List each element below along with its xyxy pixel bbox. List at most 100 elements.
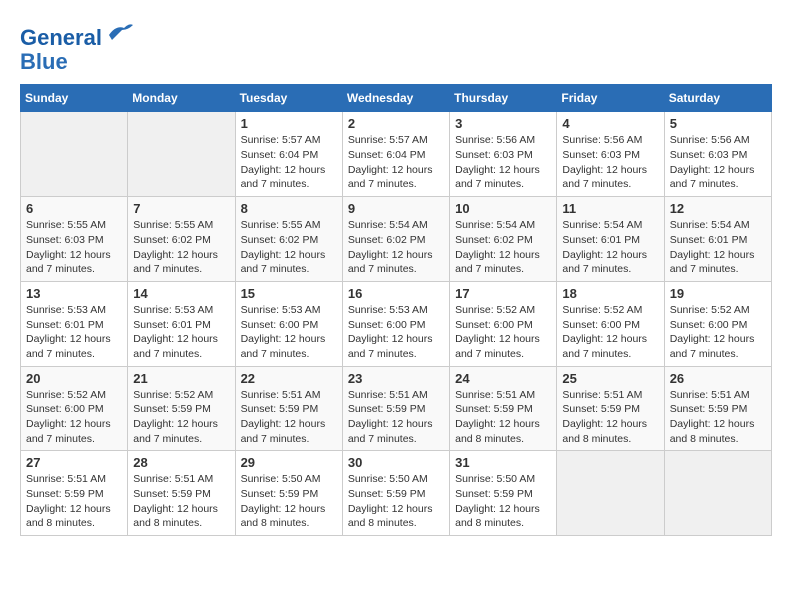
calendar-cell: 22Sunrise: 5:51 AM Sunset: 5:59 PM Dayli… — [235, 366, 342, 451]
day-number: 6 — [26, 201, 122, 216]
day-info: Sunrise: 5:50 AM Sunset: 5:59 PM Dayligh… — [455, 472, 551, 531]
calendar-cell: 6 Sunrise: 5:55 AM Sunset: 6:03 PM Daylig… — [21, 197, 128, 282]
day-info: Sunrise: 5:50 AM Sunset: 5:59 PM Dayligh… — [348, 472, 444, 531]
day-info: Sunrise: 5:57 AM Sunset: 6:04 PM Dayligh… — [348, 133, 444, 192]
day-info: Sunrise: 5:52 AM Sunset: 6:00 PM Dayligh… — [670, 303, 766, 362]
calendar-cell: 5Sunrise: 5:56 AM Sunset: 6:03 PM Daylig… — [664, 112, 771, 197]
weekday-header-monday: Monday — [128, 85, 235, 112]
day-info: Sunrise: 5:56 AM Sunset: 6:03 PM Dayligh… — [670, 133, 766, 192]
day-number: 22 — [241, 371, 337, 386]
day-info: Sunrise: 5:51 AM Sunset: 5:59 PM Dayligh… — [562, 388, 658, 447]
day-number: 13 — [26, 286, 122, 301]
day-info: Sunrise: 5:57 AM Sunset: 6:04 PM Dayligh… — [241, 133, 337, 192]
weekday-header-wednesday: Wednesday — [342, 85, 449, 112]
calendar-cell: 20 Sunrise: 5:52 AM Sunset: 6:00 PM Dayli… — [21, 366, 128, 451]
calendar-cell: 7Sunrise: 5:55 AM Sunset: 6:02 PM Daylig… — [128, 197, 235, 282]
calendar-cell: 27 Sunrise: 5:51 AM Sunset: 5:59 PM Dayli… — [21, 451, 128, 536]
day-info: Sunrise: 5:51 AM Sunset: 5:59 PM Dayligh… — [133, 472, 229, 531]
day-number: 30 — [348, 455, 444, 470]
calendar-week-5: 27 Sunrise: 5:51 AM Sunset: 5:59 PM Dayli… — [21, 451, 772, 536]
calendar-week-3: 13 Sunrise: 5:53 AM Sunset: 6:01 PM Dayli… — [21, 281, 772, 366]
day-info: Sunrise: 5:54 AM Sunset: 6:01 PM Dayligh… — [562, 218, 658, 277]
day-info: Sunrise: 5:53 AM Sunset: 6:00 PM Dayligh… — [348, 303, 444, 362]
day-number: 16 — [348, 286, 444, 301]
calendar-cell: 15 Sunrise: 5:53 AM Sunset: 6:00 PM Dayli… — [235, 281, 342, 366]
calendar-cell: 26Sunrise: 5:51 AM Sunset: 5:59 PM Dayli… — [664, 366, 771, 451]
day-number: 27 — [26, 455, 122, 470]
day-info: Sunrise: 5:51 AM Sunset: 5:59 PM Dayligh… — [348, 388, 444, 447]
page-header: General Blue — [20, 20, 772, 74]
day-info: Sunrise: 5:53 AM Sunset: 6:00 PM Dayligh… — [241, 303, 337, 362]
calendar-body: 1 Sunrise: 5:57 AM Sunset: 6:04 PM Daylig… — [21, 112, 772, 536]
day-number: 24 — [455, 371, 551, 386]
calendar-cell: 31 Sunrise: 5:50 AM Sunset: 5:59 PM Dayli… — [450, 451, 557, 536]
calendar-cell: 16 Sunrise: 5:53 AM Sunset: 6:00 PM Dayli… — [342, 281, 449, 366]
day-number: 9 — [348, 201, 444, 216]
day-number: 15 — [241, 286, 337, 301]
calendar-table: SundayMondayTuesdayWednesdayThursdayFrid… — [20, 84, 772, 536]
day-number: 12 — [670, 201, 766, 216]
calendar-cell: 10 Sunrise: 5:54 AM Sunset: 6:02 PM Dayli… — [450, 197, 557, 282]
calendar-week-2: 6 Sunrise: 5:55 AM Sunset: 6:03 PM Daylig… — [21, 197, 772, 282]
day-number: 14 — [133, 286, 229, 301]
weekday-header-friday: Friday — [557, 85, 664, 112]
logo: General Blue — [20, 20, 134, 74]
day-info: Sunrise: 5:52 AM Sunset: 6:00 PM Dayligh… — [26, 388, 122, 447]
day-info: Sunrise: 5:56 AM Sunset: 6:03 PM Dayligh… — [455, 133, 551, 192]
calendar-cell: 17Sunrise: 5:52 AM Sunset: 6:00 PM Dayli… — [450, 281, 557, 366]
calendar-cell: 24 Sunrise: 5:51 AM Sunset: 5:59 PM Dayli… — [450, 366, 557, 451]
calendar-cell: 23 Sunrise: 5:51 AM Sunset: 5:59 PM Dayli… — [342, 366, 449, 451]
day-number: 31 — [455, 455, 551, 470]
day-number: 21 — [133, 371, 229, 386]
calendar-cell: 12 Sunrise: 5:54 AM Sunset: 6:01 PM Dayli… — [664, 197, 771, 282]
day-number: 4 — [562, 116, 658, 131]
day-info: Sunrise: 5:55 AM Sunset: 6:03 PM Dayligh… — [26, 218, 122, 277]
day-number: 17 — [455, 286, 551, 301]
day-info: Sunrise: 5:51 AM Sunset: 5:59 PM Dayligh… — [26, 472, 122, 531]
day-number: 19 — [670, 286, 766, 301]
calendar-cell: 25 Sunrise: 5:51 AM Sunset: 5:59 PM Dayli… — [557, 366, 664, 451]
calendar-cell: 18 Sunrise: 5:52 AM Sunset: 6:00 PM Dayli… — [557, 281, 664, 366]
calendar-cell: 4 Sunrise: 5:56 AM Sunset: 6:03 PM Daylig… — [557, 112, 664, 197]
day-number: 23 — [348, 371, 444, 386]
day-number: 25 — [562, 371, 658, 386]
weekday-header-saturday: Saturday — [664, 85, 771, 112]
calendar-week-4: 20 Sunrise: 5:52 AM Sunset: 6:00 PM Dayli… — [21, 366, 772, 451]
calendar-cell: 19 Sunrise: 5:52 AM Sunset: 6:00 PM Dayli… — [664, 281, 771, 366]
calendar-cell — [557, 451, 664, 536]
day-number: 1 — [241, 116, 337, 131]
weekday-header-tuesday: Tuesday — [235, 85, 342, 112]
day-number: 18 — [562, 286, 658, 301]
day-info: Sunrise: 5:55 AM Sunset: 6:02 PM Dayligh… — [133, 218, 229, 277]
weekday-header-sunday: Sunday — [21, 85, 128, 112]
day-number: 2 — [348, 116, 444, 131]
calendar-cell: 2 Sunrise: 5:57 AM Sunset: 6:04 PM Daylig… — [342, 112, 449, 197]
calendar-week-1: 1 Sunrise: 5:57 AM Sunset: 6:04 PM Daylig… — [21, 112, 772, 197]
calendar-cell: 1 Sunrise: 5:57 AM Sunset: 6:04 PM Daylig… — [235, 112, 342, 197]
day-info: Sunrise: 5:55 AM Sunset: 6:02 PM Dayligh… — [241, 218, 337, 277]
day-number: 10 — [455, 201, 551, 216]
day-number: 28 — [133, 455, 229, 470]
day-number: 29 — [241, 455, 337, 470]
weekday-header-thursday: Thursday — [450, 85, 557, 112]
day-info: Sunrise: 5:54 AM Sunset: 6:02 PM Dayligh… — [455, 218, 551, 277]
logo-bird-icon — [104, 20, 134, 45]
day-number: 11 — [562, 201, 658, 216]
day-info: Sunrise: 5:54 AM Sunset: 6:01 PM Dayligh… — [670, 218, 766, 277]
calendar-cell: 3 Sunrise: 5:56 AM Sunset: 6:03 PM Daylig… — [450, 112, 557, 197]
calendar-cell: 14Sunrise: 5:53 AM Sunset: 6:01 PM Dayli… — [128, 281, 235, 366]
day-number: 20 — [26, 371, 122, 386]
day-info: Sunrise: 5:56 AM Sunset: 6:03 PM Dayligh… — [562, 133, 658, 192]
calendar-cell: 11 Sunrise: 5:54 AM Sunset: 6:01 PM Dayli… — [557, 197, 664, 282]
day-info: Sunrise: 5:52 AM Sunset: 5:59 PM Dayligh… — [133, 388, 229, 447]
day-info: Sunrise: 5:51 AM Sunset: 5:59 PM Dayligh… — [455, 388, 551, 447]
day-number: 3 — [455, 116, 551, 131]
day-info: Sunrise: 5:53 AM Sunset: 6:01 PM Dayligh… — [26, 303, 122, 362]
weekday-header-row: SundayMondayTuesdayWednesdayThursdayFrid… — [21, 85, 772, 112]
logo-text: General Blue — [20, 20, 134, 74]
calendar-cell: 30 Sunrise: 5:50 AM Sunset: 5:59 PM Dayli… — [342, 451, 449, 536]
day-info: Sunrise: 5:52 AM Sunset: 6:00 PM Dayligh… — [562, 303, 658, 362]
calendar-cell — [664, 451, 771, 536]
calendar-cell: 28 Sunrise: 5:51 AM Sunset: 5:59 PM Dayli… — [128, 451, 235, 536]
day-info: Sunrise: 5:54 AM Sunset: 6:02 PM Dayligh… — [348, 218, 444, 277]
